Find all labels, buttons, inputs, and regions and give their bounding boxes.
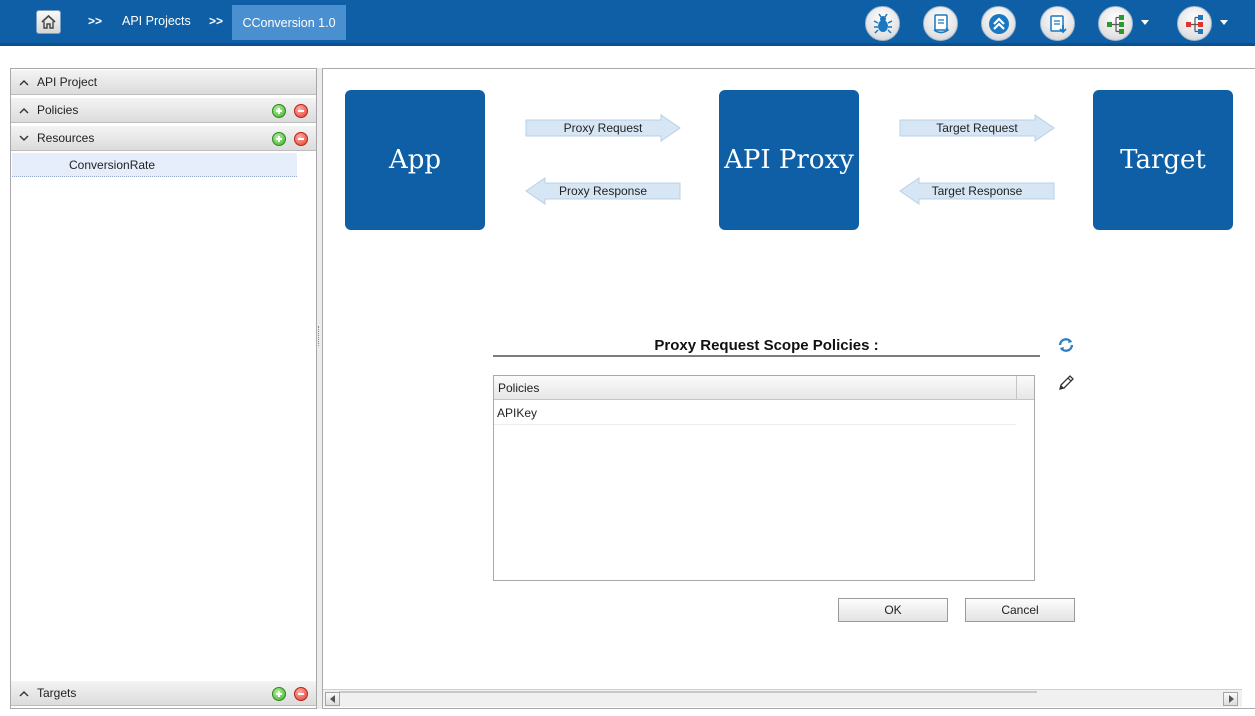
promote-icon — [988, 13, 1009, 34]
remove-icon[interactable] — [294, 104, 308, 118]
scroll-right-button[interactable] — [1223, 692, 1238, 706]
breadcrumb-separator: >> — [209, 14, 224, 28]
proxy-request-arrow[interactable]: Proxy Request — [525, 114, 681, 142]
accordion-title: Targets — [37, 686, 77, 700]
refresh-icon — [1058, 338, 1074, 352]
policy-flow-green-icon — [1106, 14, 1124, 34]
chevron-up-icon — [18, 76, 30, 88]
debug-icon — [873, 13, 892, 34]
add-icon[interactable] — [272, 104, 286, 118]
scope-policies-title: Proxy Request Scope Policies : — [654, 337, 879, 354]
target-request-arrow[interactable]: Target Request — [899, 114, 1055, 142]
target-box[interactable]: Target — [1093, 90, 1233, 230]
accordion-api-project[interactable]: API Project — [11, 69, 316, 95]
home-icon — [41, 14, 56, 29]
target-response-arrow[interactable]: Target Response — [899, 177, 1055, 205]
proxy-response-label: Proxy Response — [558, 184, 648, 198]
remove-icon[interactable] — [294, 687, 308, 701]
policy-flow-green-button[interactable] — [1098, 6, 1133, 41]
target-response-label: Target Response — [931, 184, 1023, 198]
refresh-button[interactable] — [1056, 335, 1076, 355]
top-navigation-bar: >> API Projects >> CConversion 1.0 — [0, 0, 1255, 46]
add-icon[interactable] — [272, 687, 286, 701]
app-box[interactable]: App — [345, 90, 485, 230]
breadcrumb-current-project[interactable]: CConversion 1.0 — [232, 5, 346, 40]
splitter-grip[interactable] — [318, 326, 321, 346]
add-icon[interactable] — [272, 132, 286, 146]
accordion-title: API Project — [37, 75, 98, 89]
project-navigator-panel: API Project Policies Resources Conversio… — [10, 68, 317, 709]
chevron-right-icon — [1228, 695, 1234, 703]
column-header-corner — [1016, 376, 1034, 400]
save-button[interactable] — [1040, 6, 1075, 41]
chevron-down-icon[interactable] — [1220, 20, 1228, 25]
target-request-label: Target Request — [936, 121, 1018, 135]
remove-icon[interactable] — [294, 132, 308, 146]
divider — [493, 355, 1040, 357]
policies-grid: Policies APIKey — [493, 375, 1035, 581]
accordion-resources[interactable]: Resources — [11, 125, 316, 151]
save-icon — [1049, 14, 1067, 33]
proxy-request-label: Proxy Request — [563, 121, 643, 135]
horizontal-scrollbar[interactable] — [323, 689, 1242, 707]
chevron-left-icon — [329, 695, 335, 703]
proxy-response-arrow[interactable]: Proxy Response — [525, 177, 681, 205]
chevron-up-icon — [18, 104, 30, 116]
breadcrumb-api-projects[interactable]: API Projects — [122, 14, 191, 28]
chevron-down-icon — [18, 132, 30, 144]
pencil-icon — [1059, 375, 1074, 390]
api-proxy-box[interactable]: API Proxy — [719, 90, 859, 230]
accordion-targets[interactable]: Targets — [11, 680, 316, 706]
cancel-button[interactable]: Cancel — [965, 598, 1075, 622]
breadcrumb-separator: >> — [88, 14, 103, 28]
column-header-policies[interactable]: Policies — [494, 376, 1016, 400]
policy-flow-red-icon — [1185, 14, 1203, 34]
ok-button[interactable]: OK — [838, 598, 948, 622]
accordion-title: Policies — [37, 103, 79, 117]
edit-button[interactable] — [1056, 373, 1076, 393]
scroll-left-button[interactable] — [325, 692, 340, 706]
table-row[interactable]: APIKey — [494, 401, 1016, 425]
policy-flow-red-button[interactable] — [1177, 6, 1212, 41]
chevron-up-icon — [18, 687, 30, 699]
chevron-down-icon[interactable] — [1141, 20, 1149, 25]
debug-button[interactable] — [865, 6, 900, 41]
promote-button[interactable] — [981, 6, 1016, 41]
deploy-icon — [933, 13, 949, 33]
accordion-policies[interactable]: Policies — [11, 97, 316, 123]
accordion-title: Resources — [37, 131, 95, 145]
scrollbar-thumb[interactable] — [339, 691, 1037, 693]
resource-item-conversionrate[interactable]: ConversionRate — [12, 153, 297, 177]
home-button[interactable] — [36, 10, 61, 34]
deploy-button[interactable] — [923, 6, 958, 41]
